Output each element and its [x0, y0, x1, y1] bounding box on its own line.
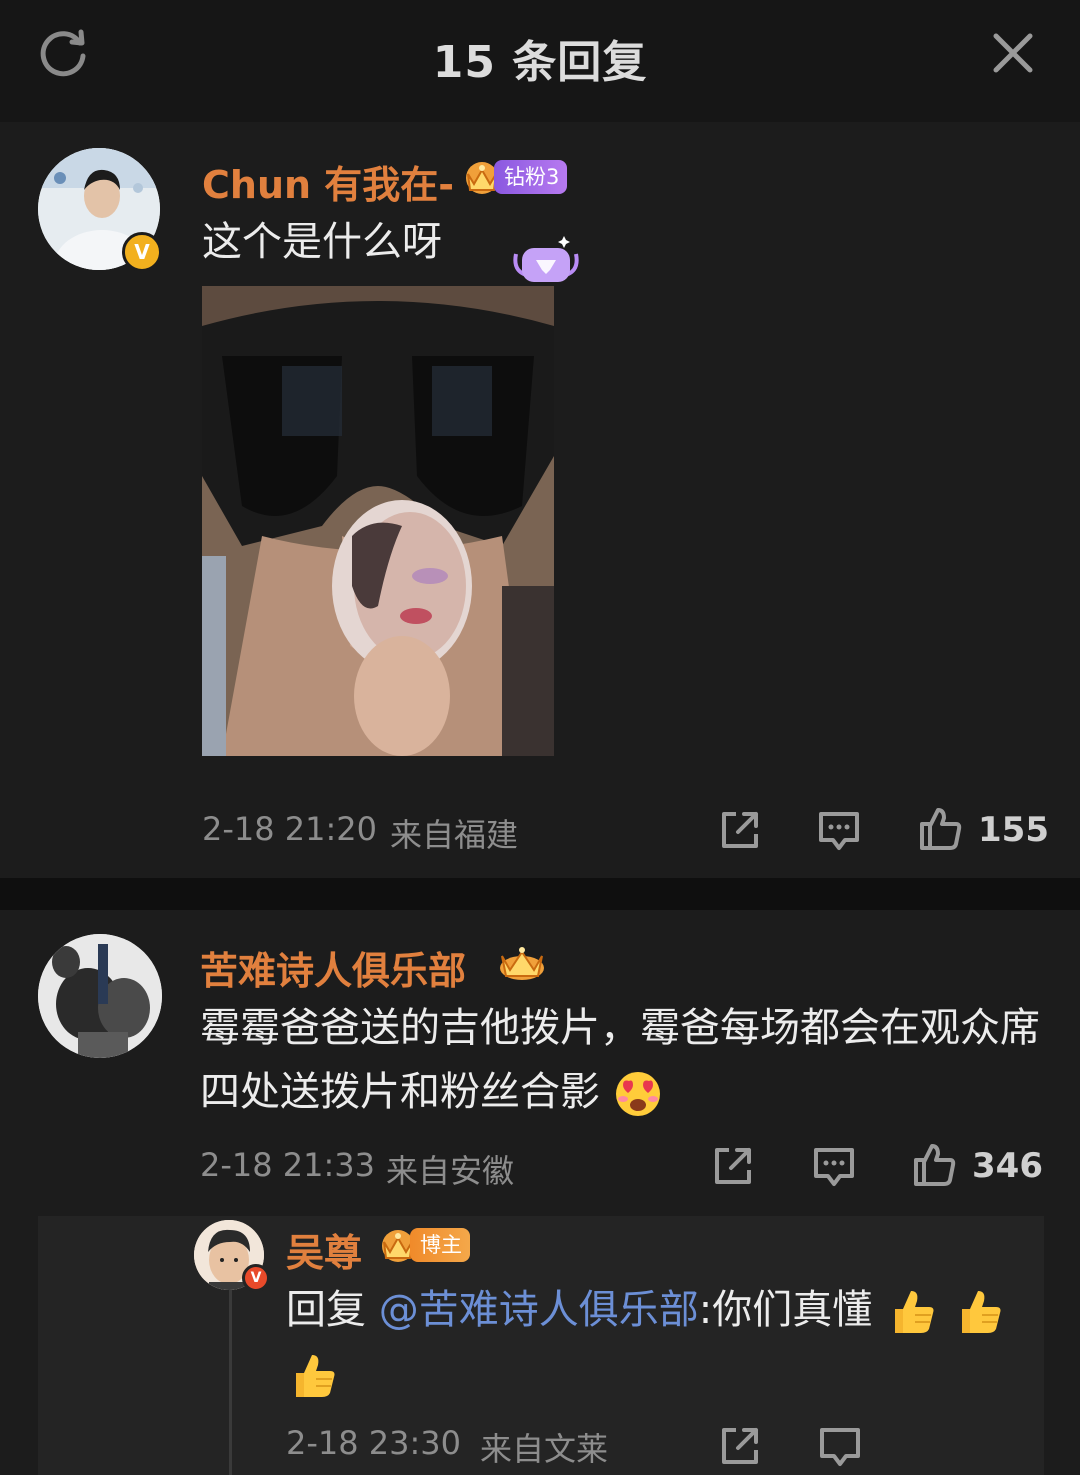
thread-line: [229, 1286, 232, 1475]
comment-text: 这个是什么呀: [202, 219, 442, 265]
username[interactable]: Chun 有我在-: [202, 154, 454, 209]
verified-icon: V: [242, 1264, 270, 1292]
reply-text-content: :你们真懂: [698, 1287, 873, 1333]
close-icon[interactable]: [986, 26, 1040, 80]
thumbs-up-emoji-icon: [296, 1355, 335, 1397]
comment-item: V Chun 有我在- 钻粉3 这个是什么呀 2-18 21:20 来自福建 1…: [0, 122, 1080, 878]
fan-badge: 钻粉3: [494, 160, 568, 194]
heart-eyes-emoji-icon: [615, 1072, 660, 1116]
like-icon[interactable]: [916, 804, 964, 852]
blogger-badge: 博主: [410, 1228, 470, 1262]
comment-location: 来自安徽: [386, 1152, 515, 1190]
reply-time: 2-18 23:30: [286, 1424, 462, 1462]
comment-time: 2-18 21:33: [200, 1146, 376, 1184]
comment-icon[interactable]: [810, 1142, 858, 1190]
reply-location: 来自文莱: [480, 1430, 609, 1468]
comment-location: 来自福建: [390, 816, 519, 854]
like-count: 346: [972, 1146, 1043, 1186]
username[interactable]: 吴尊: [286, 1222, 362, 1277]
reply-item: V 吴尊 博主 回复 @苦难诗人俱乐部:你们真懂 2-18 23:30 来自文莱: [38, 1216, 1044, 1475]
reply-header: 15 条回复: [0, 0, 1080, 118]
comment-text: 霉霉爸爸送的吉他拨片，霉爸每场都会在观众席四处送拨片和粉丝合影: [200, 996, 1050, 1124]
reply-prefix: 回复: [286, 1287, 379, 1333]
share-icon[interactable]: [716, 806, 764, 854]
mention-link[interactable]: @苦难诗人俱乐部: [379, 1287, 699, 1333]
comment-icon[interactable]: [816, 1422, 864, 1470]
thumbs-up-emoji-icon: [894, 1291, 934, 1333]
verified-icon: V: [122, 232, 162, 272]
username[interactable]: 苦难诗人俱乐部: [200, 940, 466, 995]
like-icon[interactable]: [910, 1140, 958, 1188]
share-icon[interactable]: [716, 1422, 764, 1470]
like-count: 155: [978, 810, 1049, 850]
comment-icon[interactable]: [815, 806, 863, 854]
comment-item: 苦难诗人俱乐部 霉霉爸爸送的吉他拨片，霉爸每场都会在观众席四处送拨片和粉丝合影 …: [0, 910, 1080, 1475]
comment-image[interactable]: [202, 286, 554, 756]
reply-text: 回复 @苦难诗人俱乐部:你们真懂: [286, 1278, 1042, 1406]
thumbs-up-emoji-icon: [961, 1291, 1001, 1333]
comment-time: 2-18 21:20: [202, 810, 378, 848]
diamond-icon: [513, 236, 579, 282]
share-icon[interactable]: [709, 1142, 757, 1190]
divider: [0, 878, 1080, 910]
avatar[interactable]: [38, 934, 162, 1058]
crown-icon: [500, 947, 544, 980]
page-title: 15 条回复: [432, 37, 648, 88]
